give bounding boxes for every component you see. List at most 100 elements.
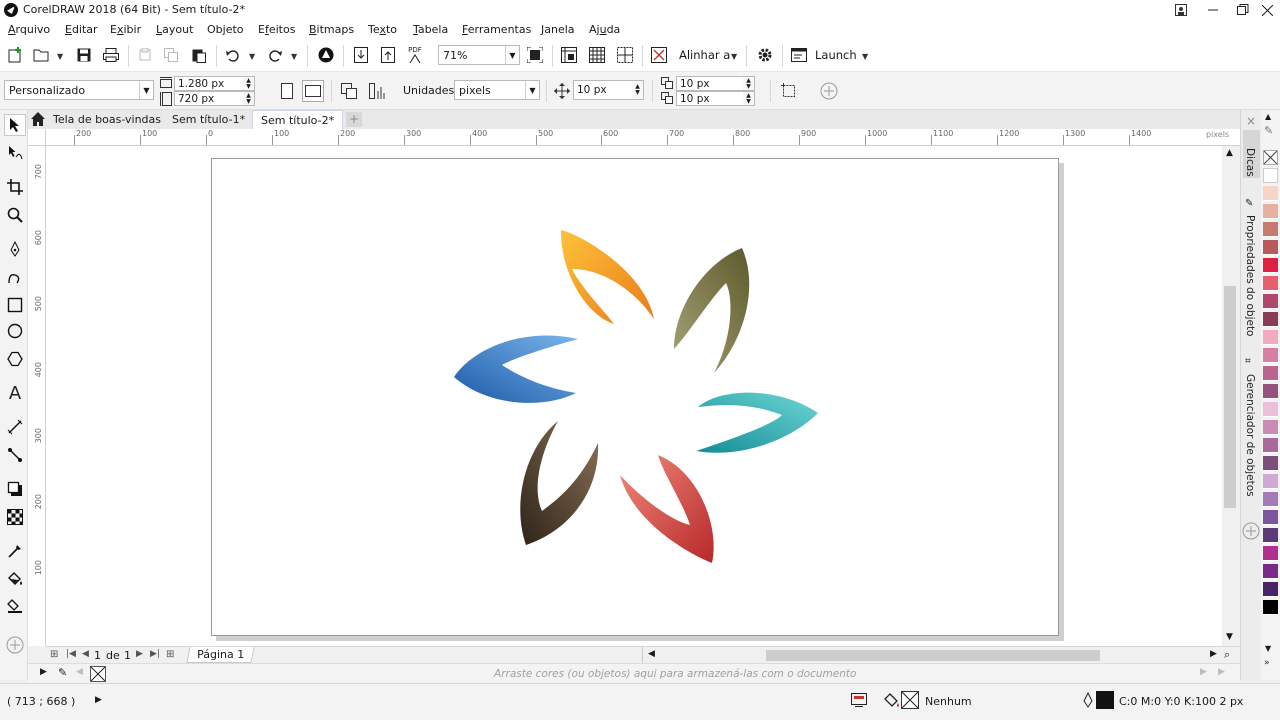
- palette-swatch[interactable]: [1263, 420, 1278, 435]
- petal-olive[interactable]: [674, 248, 750, 373]
- flower-logo-artwork[interactable]: [212, 159, 1060, 637]
- palette-swatch[interactable]: [1263, 600, 1278, 615]
- palette-swatch[interactable]: [1263, 222, 1278, 237]
- units-combo[interactable]: pixels ▼: [454, 80, 540, 100]
- freehand-tool-icon[interactable]: [4, 238, 26, 260]
- scroll-right-icon[interactable]: ▶: [1210, 649, 1217, 659]
- app-user-icon[interactable]: [1166, 0, 1196, 20]
- tab-untitled-2[interactable]: Sem título-2*: [252, 110, 344, 129]
- vertical-scroll-thumb[interactable]: [1224, 286, 1236, 508]
- palette-swatch[interactable]: [1263, 258, 1278, 273]
- document-palette-end-icon[interactable]: ▶: [1218, 667, 1225, 677]
- options-gear-icon[interactable]: [754, 44, 776, 66]
- tab-untitled-1[interactable]: Sem título-1*: [164, 110, 253, 129]
- palette-swatch[interactable]: [1263, 384, 1278, 399]
- add-docker-icon[interactable]: [1242, 522, 1260, 543]
- duplicate-x-spinner[interactable]: ▲ ▼: [743, 76, 755, 91]
- corel-connect-icon[interactable]: [315, 44, 337, 66]
- paste-icon[interactable]: [188, 44, 210, 66]
- duplicate-x-field[interactable]: 10 px: [676, 76, 744, 91]
- petal-orange[interactable]: [560, 230, 654, 324]
- launch-label[interactable]: Launch: [815, 48, 857, 62]
- palette-swatch[interactable]: [1263, 240, 1278, 255]
- treat-as-filled-icon[interactable]: [778, 80, 800, 102]
- status-expand-icon[interactable]: ▶: [95, 695, 102, 705]
- page-width-spinner[interactable]: ▲ ▼: [243, 76, 255, 91]
- palette-swatch[interactable]: [1263, 312, 1278, 327]
- color-proof-icon[interactable]: [851, 692, 867, 711]
- pick-tool-icon[interactable]: [4, 114, 26, 136]
- menu-bitmaps[interactable]: Bitmaps: [309, 23, 354, 36]
- minimize-button[interactable]: [1198, 0, 1228, 20]
- palette-expand-icon[interactable]: »: [1264, 658, 1270, 668]
- connector-tool-icon[interactable]: [4, 444, 26, 466]
- page-height-spinner[interactable]: ▲ ▼: [243, 91, 255, 106]
- current-page-icon[interactable]: [366, 80, 388, 102]
- palette-swatch[interactable]: [1263, 474, 1278, 489]
- launch-dropdown-icon[interactable]: ▼: [862, 52, 868, 61]
- previous-page-icon[interactable]: ◀: [82, 649, 89, 659]
- portrait-icon[interactable]: [276, 80, 298, 102]
- palette-swatch[interactable]: [1263, 492, 1278, 507]
- save-icon[interactable]: [73, 44, 95, 66]
- palette-swatch[interactable]: [1263, 168, 1278, 183]
- palette-swatch[interactable]: [1263, 438, 1278, 453]
- palette-swatch[interactable]: [1263, 402, 1278, 417]
- interactive-fill-tool-icon[interactable]: [4, 568, 26, 590]
- ruler-origin[interactable]: [28, 129, 46, 146]
- palette-menu-icon[interactable]: ✎: [1264, 124, 1273, 137]
- petal-red[interactable]: [620, 455, 714, 563]
- shape-tool-icon[interactable]: [4, 142, 26, 164]
- close-button[interactable]: [1252, 0, 1280, 20]
- docker-object-manager-label[interactable]: Gerenciador de objetos: [1244, 374, 1256, 497]
- page-tab[interactable]: Página 1: [186, 647, 255, 663]
- transparency-tool-icon[interactable]: [4, 506, 26, 528]
- docker-object-properties-label[interactable]: Propriedades do objeto: [1244, 215, 1256, 336]
- last-page-icon[interactable]: ▶|: [150, 649, 160, 659]
- launch-icon[interactable]: [788, 44, 810, 66]
- undo-icon[interactable]: [222, 44, 244, 66]
- drawing-page[interactable]: [211, 158, 1059, 636]
- docker-close-icon[interactable]: ×: [1246, 114, 1256, 128]
- cut-icon[interactable]: [134, 44, 156, 66]
- document-eyedropper-icon[interactable]: ✎: [58, 666, 67, 679]
- menu-tabela[interactable]: Tabela: [413, 23, 448, 36]
- palette-swatch[interactable]: [1263, 510, 1278, 525]
- tab-welcome[interactable]: Tela de boas-vindas: [45, 110, 169, 129]
- vertical-ruler[interactable]: 700 600 500 400 300 200 100: [28, 146, 46, 646]
- zoom-combo[interactable]: 71% ▼: [438, 45, 520, 65]
- landscape-icon[interactable]: [302, 80, 324, 102]
- menu-ferramentas[interactable]: Ferramentas: [462, 23, 531, 36]
- menu-objeto[interactable]: Objeto: [207, 23, 244, 36]
- full-screen-preview-icon[interactable]: [524, 44, 546, 66]
- scroll-down-icon[interactable]: ▼: [1226, 632, 1233, 642]
- redo-icon[interactable]: [264, 44, 286, 66]
- palette-swatch[interactable]: [1263, 546, 1278, 561]
- palette-swatch[interactable]: [1263, 276, 1278, 291]
- snap-to-label[interactable]: Alinhar a: [679, 48, 730, 62]
- add-page-before-icon[interactable]: ⊞: [50, 649, 58, 660]
- palette-swatch[interactable]: [1263, 204, 1278, 219]
- palette-scroll-up-icon[interactable]: ▲: [1265, 112, 1271, 121]
- fill-none-swatch[interactable]: [901, 691, 919, 709]
- home-icon[interactable]: [30, 111, 46, 130]
- next-page-icon[interactable]: ▶: [136, 649, 143, 659]
- smart-fill-tool-icon[interactable]: [4, 594, 26, 616]
- menu-exibir[interactable]: Exibir: [110, 23, 141, 36]
- no-color-swatch[interactable]: [1263, 150, 1278, 165]
- open-dropdown-icon[interactable]: ▼: [57, 52, 63, 61]
- vertical-scrollbar[interactable]: ▲ ▼: [1222, 146, 1240, 646]
- palette-swatch[interactable]: [1263, 330, 1278, 345]
- publish-pdf-icon[interactable]: PDF: [404, 44, 426, 66]
- palette-swatch[interactable]: [1263, 456, 1278, 471]
- polygon-tool-icon[interactable]: [4, 348, 26, 370]
- menu-texto[interactable]: Texto: [368, 23, 397, 36]
- undo-dropdown-icon[interactable]: ▼: [249, 52, 255, 61]
- open-folder-icon[interactable]: [30, 44, 52, 66]
- all-pages-icon[interactable]: [338, 80, 360, 102]
- snap-off-icon[interactable]: [648, 44, 670, 66]
- horizontal-scroll-thumb[interactable]: [766, 650, 1100, 661]
- drawing-canvas[interactable]: [46, 146, 1222, 646]
- palette-scroll-down-icon[interactable]: ▼: [1265, 644, 1271, 653]
- artistic-media-tool-icon[interactable]: [4, 266, 26, 288]
